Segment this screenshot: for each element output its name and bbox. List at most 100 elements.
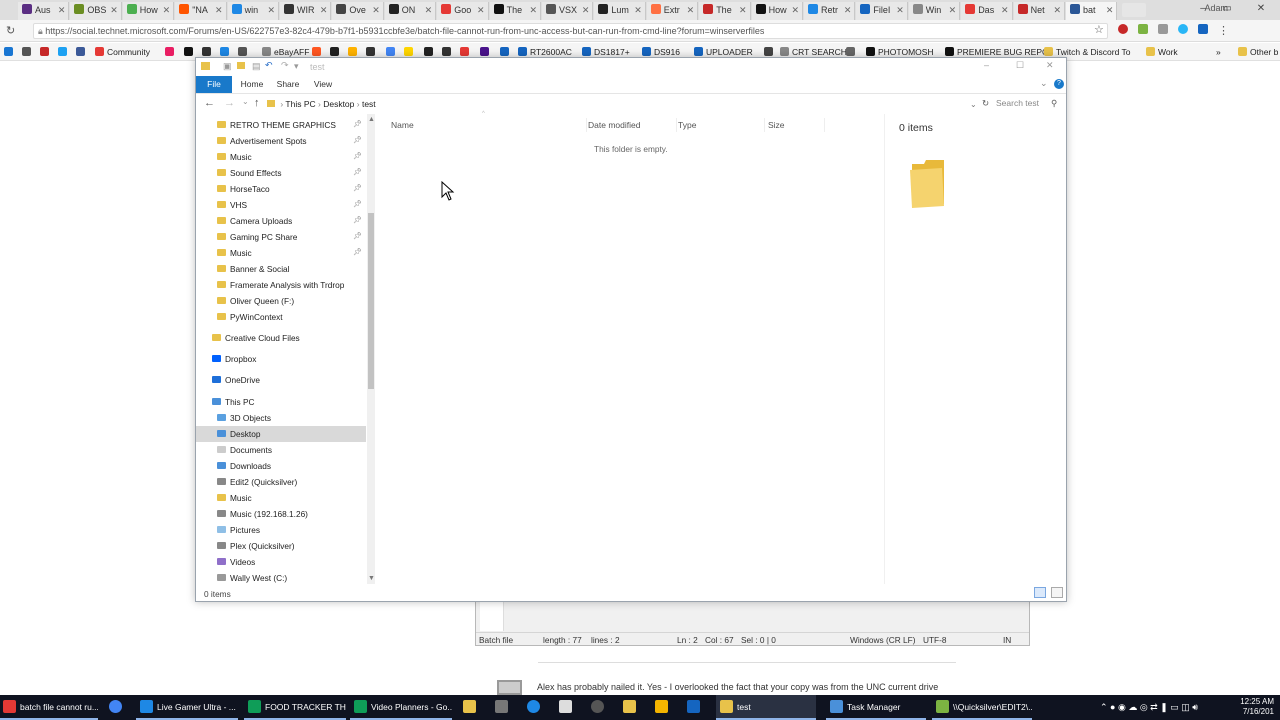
tab-close-icon[interactable]: ✕ [896, 2, 904, 18]
details-view-icon[interactable] [1034, 587, 1046, 598]
taskbar-explorer-test[interactable]: test [716, 695, 816, 720]
address-bar[interactable]: 🔒︎ https://social.technet.microsoft.com/… [33, 23, 1108, 39]
tab-file[interactable]: File [196, 76, 232, 93]
tab-share[interactable]: Share [272, 76, 304, 93]
address-path[interactable]: › This PC › Desktop › test ⌄ ↻ [266, 96, 996, 112]
taskbar-pinned-app[interactable] [652, 695, 672, 720]
scrollbar-thumb[interactable] [368, 213, 374, 389]
browser-tab[interactable]: Goo ✕ [437, 2, 489, 20]
back-icon[interactable]: ← [204, 97, 215, 109]
taskbar-chrome-window[interactable]: batch file cannot ru... [0, 695, 98, 720]
tab-close-icon[interactable]: ✕ [320, 2, 328, 18]
nav-item[interactable]: RETRO THEME GRAPHICS 📌︎ [196, 117, 366, 133]
browser-tab[interactable]: bat ✕ [1066, 2, 1118, 20]
path-dropdown-icon[interactable]: ⌄ [970, 97, 977, 112]
nav-item[interactable]: Videos [196, 554, 366, 570]
properties-icon[interactable]: ▣ [223, 61, 232, 72]
nav-item[interactable]: Downloads [196, 458, 366, 474]
taskbar-task-manager[interactable]: Task Manager [826, 695, 926, 720]
tab-close-icon[interactable]: ✕ [582, 2, 590, 18]
taskbar-video-planners[interactable]: Video Planners - Go... [350, 695, 452, 720]
forward-icon[interactable]: → [224, 97, 235, 109]
nav-item[interactable]: Gaming PC Share 📌︎ [196, 229, 366, 245]
tab-home[interactable]: Home [236, 76, 268, 93]
bookmark-star-icon[interactable]: ☆ [1094, 23, 1104, 36]
nav-item[interactable]: Documents [196, 442, 366, 458]
taskbar-live-gamer[interactable]: Live Gamer Ultra - ... [136, 695, 238, 720]
menu-icon[interactable]: ⋮ [1218, 25, 1229, 37]
taskbar-pinned-app[interactable] [492, 695, 512, 720]
minimize-button[interactable]: – [984, 60, 989, 70]
new-tab-button[interactable] [1122, 3, 1146, 17]
taskbar-chrome-app[interactable] [104, 695, 128, 720]
extension-icon[interactable] [1138, 24, 1148, 34]
browser-tab[interactable]: The ✕ [699, 2, 751, 20]
column-name[interactable]: Name [391, 120, 414, 130]
browser-tab[interactable]: The ✕ [489, 2, 541, 20]
recent-locations-icon[interactable]: ⌄ [242, 97, 249, 106]
search-box[interactable]: Search test ⚲ [996, 96, 1062, 112]
nav-item[interactable]: Framerate Analysis with Trdrop [196, 277, 366, 293]
nav-item[interactable]: HorseTaco 📌︎ [196, 181, 366, 197]
help-icon[interactable]: ? [1054, 79, 1064, 89]
bookmark-work[interactable]: Work [1146, 46, 1178, 58]
undo-icon[interactable]: ↶ [265, 60, 273, 71]
breadcrumb-this-pc[interactable]: This PC [285, 99, 315, 109]
scroll-down-icon[interactable]: ▼ [368, 575, 375, 582]
scroll-up-icon[interactable]: ▲ [368, 116, 375, 123]
browser-tab[interactable]: Retr ✕ [804, 2, 856, 20]
browser-tab[interactable]: Win ✕ [908, 2, 961, 20]
chrome-minimize-button[interactable]: – [1192, 0, 1214, 18]
breadcrumb-desktop[interactable]: Desktop [323, 99, 354, 109]
large-icons-view-icon[interactable] [1051, 587, 1063, 598]
nav-item[interactable]: Pictures [196, 522, 366, 538]
tab-close-icon[interactable]: ✕ [163, 2, 171, 18]
nav-item[interactable]: Oliver Queen (F:) [196, 293, 366, 309]
bookmark-community[interactable]: Community [95, 46, 150, 58]
nav-item[interactable]: Dropbox [196, 351, 366, 367]
tab-close-icon[interactable]: ✕ [949, 2, 957, 18]
taskbar-pinned-app[interactable] [460, 695, 480, 720]
tab-close-icon[interactable]: ✕ [1106, 2, 1114, 18]
reload-icon[interactable]: ↻ [6, 24, 15, 37]
taskbar-pinned-app[interactable] [620, 695, 640, 720]
nav-item[interactable]: Plex (Quicksilver) [196, 538, 366, 554]
nav-item[interactable]: VHS 📌︎ [196, 197, 366, 213]
extension-icon[interactable] [1158, 24, 1168, 34]
nav-item[interactable]: Wally West (C:) [196, 570, 366, 584]
browser-tab[interactable]: WIR ✕ [280, 2, 332, 20]
bookmarks-overflow-icon[interactable]: » [1216, 46, 1221, 58]
browser-tab[interactable]: VSX ✕ [542, 2, 594, 20]
chrome-close-button[interactable]: ✕ [1250, 0, 1272, 18]
bookmark-other[interactable]: Other b [1238, 46, 1278, 58]
browser-tab[interactable]: How ✕ [122, 2, 175, 20]
tab-close-icon[interactable]: ✕ [1001, 2, 1009, 18]
bookmark-icon[interactable] [165, 46, 177, 58]
nav-item[interactable]: 3D Objects [196, 410, 366, 426]
refresh-icon[interactable]: ↻ [982, 96, 989, 111]
system-tray[interactable]: ⌃ ● ◉ ☁ ◎ ⇄ ❚ ▭ ◫ 🔊︎ [1100, 695, 1240, 720]
chrome-maximize-button[interactable]: ▭ [1216, 0, 1238, 18]
nav-item[interactable]: Advertisement Spots 📌︎ [196, 133, 366, 149]
tab-close-icon[interactable]: ✕ [215, 2, 223, 18]
rename-icon[interactable]: ▤ [252, 61, 261, 72]
nav-item[interactable]: Edit2 (Quicksilver) [196, 474, 366, 490]
nav-item[interactable]: Music 📌︎ [196, 149, 366, 165]
taskbar-pinned-app[interactable] [684, 695, 704, 720]
column-type[interactable]: Type [678, 120, 696, 130]
tab-close-icon[interactable]: ✕ [1053, 2, 1061, 18]
nav-item[interactable]: Music (192.168.1.26) [196, 506, 366, 522]
nav-item[interactable]: Creative Cloud Files [196, 330, 366, 346]
nav-item[interactable]: Banner & Social [196, 261, 366, 277]
expand-ribbon-icon[interactable]: ⌄ [1040, 78, 1048, 89]
nav-item[interactable]: PyWinContext [196, 309, 366, 325]
tab-close-icon[interactable]: ✕ [739, 2, 747, 18]
browser-tab[interactable]: Net ✕ [1013, 2, 1065, 20]
browser-tab[interactable]: Lum ✕ [594, 2, 646, 20]
tab-close-icon[interactable]: ✕ [110, 2, 118, 18]
nav-item[interactable]: OneDrive [196, 372, 366, 388]
nav-item[interactable]: Music [196, 490, 366, 506]
bookmark-facebook-icon[interactable] [76, 46, 88, 58]
browser-tab[interactable]: Aus ✕ [18, 2, 70, 20]
up-icon[interactable]: ↑ [254, 97, 260, 109]
